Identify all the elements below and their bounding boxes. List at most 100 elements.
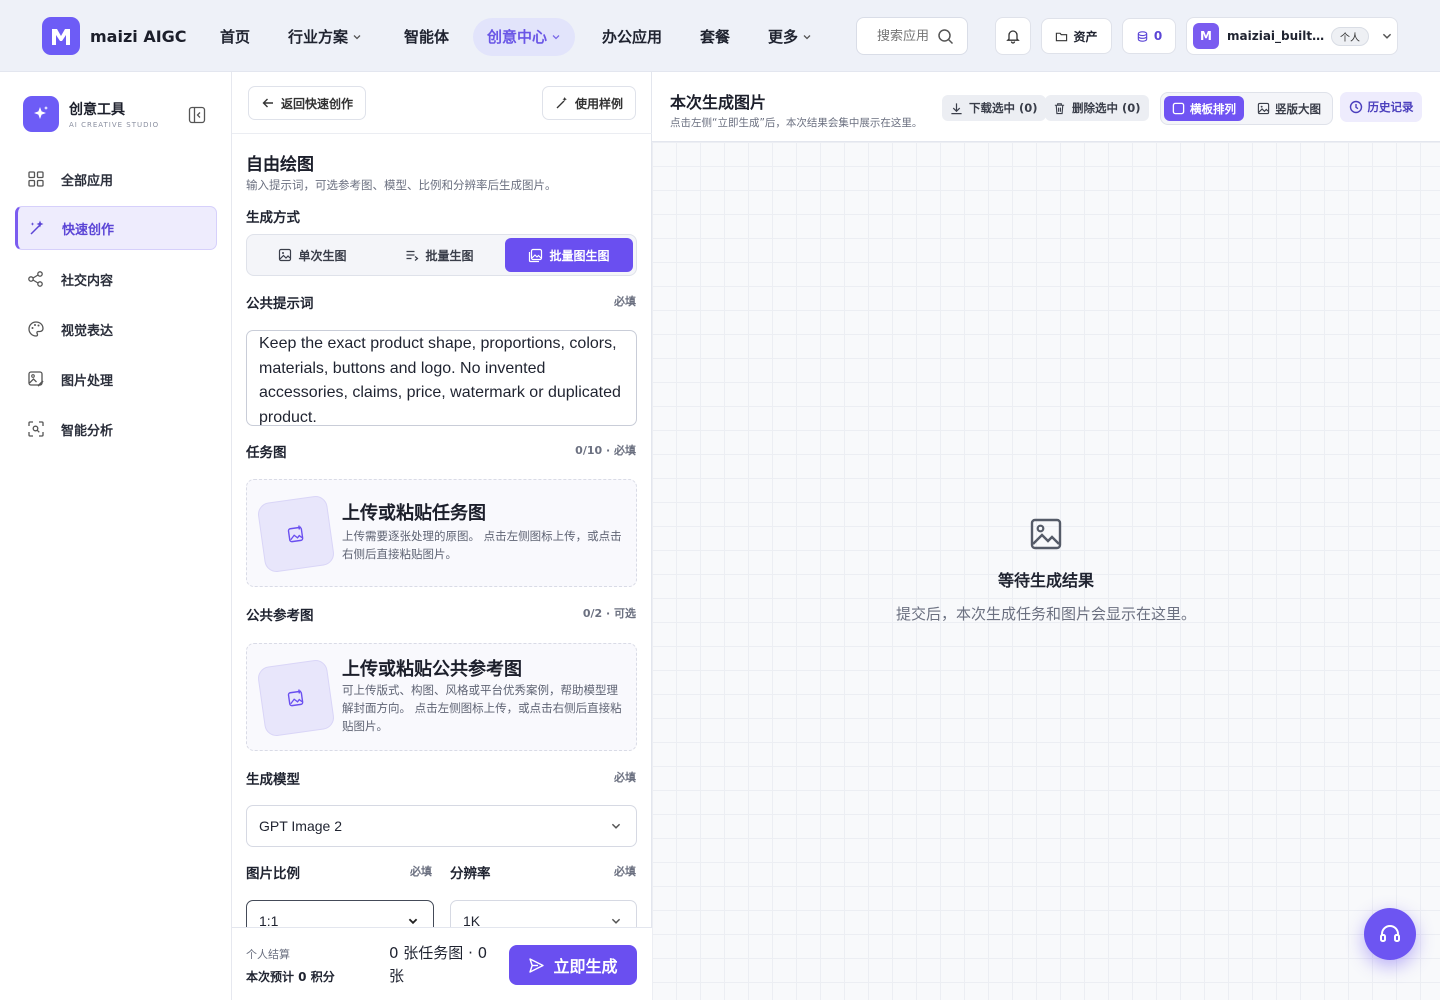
mode-batch[interactable]: 批量生图 [378,238,501,272]
user-menu[interactable]: M maiziai_builtin_user 个人 [1186,17,1398,55]
ratio-label: 图片比例 [246,866,300,882]
ratio-required: 必填 [410,865,432,878]
mode-selector: 单次生图 批量生图 批量图生图 [246,234,637,276]
delete-selected-button[interactable]: 删除选中 (0) [1045,95,1149,121]
back-label: 返回快速创作 [281,96,354,111]
view-large-label: 竖版大图 [1275,101,1321,116]
mode-batch-label: 批量生图 [425,248,474,263]
collapse-sidebar-icon[interactable] [188,106,206,124]
chevron-down-icon [552,35,560,40]
sidebar-item-analysis[interactable]: 智能分析 [15,407,217,451]
prompt-required: 必填 [614,295,636,308]
back-button[interactable]: 返回快速创作 [248,86,367,120]
brand-logo [42,17,80,55]
history-button[interactable]: 历史记录 [1340,92,1422,122]
empty-state: 等待生成结果 提交后，本次生成任务和图片会显示在这里。 [652,517,1440,624]
scan-icon [28,421,44,437]
nav-home[interactable]: 首页 [220,18,250,56]
view-grid-label: 横板排列 [1190,101,1236,116]
summary-text: 0 张任务图 · 0 张 [389,944,488,985]
nav-creative-center[interactable]: 创意中心 [473,18,576,56]
use-sample-button[interactable]: 使用样例 [542,86,637,120]
generate-button[interactable]: 立即生成 [509,945,637,985]
clock-icon [1349,100,1362,114]
task-upload-desc: 上传需要逐张处理的原图。 点击左侧图标上传，或点击右侧后直接粘贴图片。 [342,529,622,561]
settle-label: 个人结算 [246,948,290,961]
model-value: GPT Image 2 [259,818,343,834]
upload-reference-button[interactable] [256,658,336,738]
form-panel: 返回快速创作 使用样例 自由绘图 输入提示词，可选参考图、模型、比例和分辨率后生… [232,72,652,1000]
bell-icon [1006,30,1020,44]
resolution-required: 必填 [614,865,636,878]
sidebar-header: 创意工具 AI CREATIVE STUDIO [23,96,159,132]
sidebar-item-image-processing[interactable]: 图片处理 [15,357,217,401]
brand[interactable]: maizi AIGC [42,17,187,55]
chevron-down-icon [353,35,361,40]
form-toolbar: 返回快速创作 使用样例 [232,72,652,134]
images-icon [529,248,543,262]
estimate-text: 本次预计 0 积分 [246,970,335,984]
nav-agents-label: 智能体 [404,28,450,46]
nav-more[interactable]: 更多 [768,18,812,56]
sidebar-item-label: 视觉表达 [61,323,114,339]
sidebar-subtitle: AI CREATIVE STUDIO [69,121,160,129]
magic-wand-icon [30,220,44,235]
nav-plans[interactable]: 套餐 [700,18,730,56]
credits-button[interactable]: 0 [1122,18,1176,54]
sparkle-icon [23,96,59,132]
mode-batch-img2img[interactable]: 批量图生图 [505,238,633,272]
ref-upload-desc: 可上传版式、构图、风格或平台优秀案例，帮助模型理解封面方向。 点击左侧图标上传，… [342,683,622,733]
sidebar-item-all-apps[interactable]: 全部应用 [15,157,217,201]
ref-image-upload[interactable]: 上传或粘贴公共参考图 可上传版式、构图、风格或平台优秀案例，帮助模型理解封面方向… [246,643,637,751]
view-toggle: 横板排列 竖版大图 [1160,92,1333,125]
chevron-down-icon [408,918,418,925]
nav-agents[interactable]: 智能体 [404,18,449,56]
prompt-textarea[interactable] [246,330,637,426]
mode-single[interactable]: 单次生图 [251,238,374,272]
image-add-icon [287,689,304,707]
image-edit-icon [28,371,44,387]
assets-button[interactable]: 资产 [1041,18,1112,54]
brand-name: maizi AIGC [90,26,187,46]
search-input[interactable] [877,28,937,44]
nav-industry[interactable]: 行业方案 [288,18,362,56]
search-icon[interactable] [937,28,955,46]
list-arrow-icon [406,250,419,261]
ref-image-count: 0/2 · 可选 [582,607,636,620]
grid-icon [28,171,44,187]
task-image-upload[interactable]: 上传或粘贴任务图 上传需要逐张处理的原图。 点击左侧图标上传，或点击右侧后直接粘… [246,479,637,587]
nav-industry-label: 行业方案 [288,28,349,46]
ref-upload-title: 上传或粘贴公共参考图 [342,659,522,680]
coins-icon [1137,30,1148,42]
support-button[interactable] [1364,908,1416,960]
mode-label: 生成方式 [246,210,300,226]
square-icon [1172,102,1185,115]
sidebar: 创意工具 AI CREATIVE STUDIO 全部应用 快速创作 社交内容 视… [0,72,232,1000]
sidebar-item-label: 智能分析 [61,423,114,439]
results-panel: 本次生成图片 点击左侧“立即生成”后，本次结果会集中展示在这里。 下载选中 (0… [652,72,1440,1000]
view-grid-button[interactable]: 横板排列 [1164,96,1244,121]
sidebar-item-visual[interactable]: 视觉表达 [15,307,217,351]
form-footer: 个人结算 本次预计 0 积分 0 张任务图 · 0 张 立即生成 [232,927,652,1000]
results-header: 本次生成图片 点击左侧“立即生成”后，本次结果会集中展示在这里。 下载选中 (0… [652,72,1440,142]
sample-label: 使用样例 [575,96,624,111]
sidebar-item-social[interactable]: 社交内容 [15,257,217,301]
top-nav: maizi AIGC 首页 行业方案 智能体 创意中心 办公应用 套餐 更多 资… [0,0,1440,72]
nav-office[interactable]: 办公应用 [602,18,662,56]
delete-label: 删除选中 (0) [1072,101,1141,115]
send-icon [529,957,545,973]
chevron-down-icon [611,918,621,924]
search-box[interactable] [856,17,968,55]
trash-icon [1054,102,1065,114]
image-icon [1257,102,1270,115]
chevron-down-icon [1382,33,1392,39]
task-upload-title: 上传或粘贴任务图 [342,503,486,524]
assets-label: 资产 [1073,29,1098,44]
nav-home-label: 首页 [220,28,251,46]
view-large-button[interactable]: 竖版大图 [1249,96,1329,121]
notification-button[interactable] [995,17,1031,55]
sidebar-item-quick-create[interactable]: 快速创作 [15,206,217,250]
model-select[interactable]: GPT Image 2 [246,805,637,847]
download-selected-button[interactable]: 下载选中 (0) [942,95,1046,121]
upload-image-button[interactable] [256,494,336,574]
